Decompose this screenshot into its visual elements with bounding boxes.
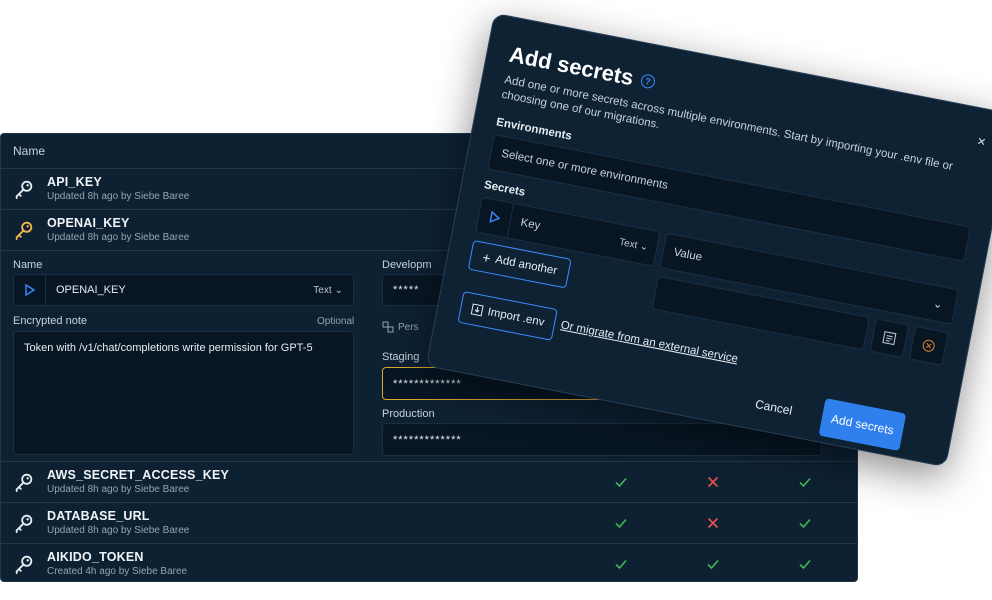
note-textarea[interactable]: Token with /v1/chat/completions write pe… bbox=[13, 331, 354, 455]
production-label: Production bbox=[382, 408, 435, 420]
chevron-down-icon: ⌄ bbox=[638, 240, 650, 253]
check-icon bbox=[667, 544, 759, 581]
value-placeholder: Value bbox=[672, 246, 703, 264]
remove-icon bbox=[922, 339, 935, 352]
check-icon bbox=[575, 544, 667, 581]
table-row[interactable]: AWS_SECRET_ACCESS_KEY Updated 8h ago by S… bbox=[1, 462, 857, 503]
secret-name: API_KEY bbox=[47, 175, 102, 189]
close-icon[interactable]: × bbox=[976, 132, 987, 149]
key-icon bbox=[1, 471, 47, 493]
add-secrets-button[interactable]: Add secrets bbox=[818, 398, 907, 452]
type-value: Text bbox=[313, 284, 332, 296]
import-env-button[interactable]: Import .env bbox=[457, 291, 558, 341]
remove-button[interactable] bbox=[908, 325, 949, 366]
table-row[interactable]: DATABASE_URL Updated 8h ago by Siebe Bare… bbox=[1, 503, 857, 544]
check-icon bbox=[575, 462, 667, 502]
table-row[interactable]: AIKIDO_TOKEN Created 4h ago by Siebe Bare… bbox=[1, 544, 857, 581]
name-value: OPENAI_KEY bbox=[56, 284, 126, 296]
key-type-value: Text bbox=[618, 236, 639, 251]
key-placeholder: Key bbox=[519, 216, 542, 233]
link-icon bbox=[382, 321, 394, 333]
staging-label: Staging bbox=[382, 351, 420, 363]
help-icon[interactable]: ? bbox=[639, 73, 657, 90]
note-label: Encrypted note bbox=[13, 315, 87, 327]
name-label: Name bbox=[13, 259, 43, 271]
import-env-label: Import .env bbox=[486, 306, 546, 329]
development-value: ***** bbox=[393, 284, 420, 296]
secret-name: DATABASE_URL bbox=[47, 509, 150, 523]
note-icon bbox=[882, 331, 897, 346]
cancel-button[interactable]: Cancel bbox=[754, 397, 793, 418]
note-button[interactable] bbox=[869, 318, 910, 359]
name-field[interactable]: OPENAI_KEY Text ⌄ bbox=[13, 274, 354, 306]
persist-option[interactable]: Pers bbox=[382, 321, 419, 333]
secret-name: AIKIDO_TOKEN bbox=[47, 550, 144, 564]
secret-meta: Updated 8h ago by Siebe Baree bbox=[47, 191, 190, 202]
check-icon bbox=[575, 503, 667, 543]
staging-value: ************* bbox=[393, 377, 462, 390]
cross-icon bbox=[667, 462, 759, 502]
secret-meta: Created 4h ago by Siebe Baree bbox=[47, 566, 188, 577]
chevron-down-icon: ⌄ bbox=[931, 297, 944, 312]
check-icon bbox=[759, 462, 851, 502]
cross-icon bbox=[667, 503, 759, 543]
key-icon bbox=[1, 219, 47, 241]
persist-label: Pers bbox=[398, 321, 419, 333]
key-icon bbox=[1, 553, 47, 575]
production-value: ************* bbox=[393, 433, 462, 446]
environments-placeholder: Select one or more environments bbox=[500, 147, 669, 192]
type-select[interactable]: Text ⌄ bbox=[313, 285, 353, 296]
secrets-label: Secrets bbox=[483, 179, 527, 199]
check-icon bbox=[759, 503, 851, 543]
key-icon bbox=[1, 512, 47, 534]
migrate-link[interactable]: Or migrate from an external service bbox=[560, 319, 739, 365]
note-optional: Optional bbox=[317, 316, 355, 327]
add-another-label: Add another bbox=[494, 253, 559, 278]
chevron-down-icon: ⌄ bbox=[334, 284, 343, 296]
secret-name: OPENAI_KEY bbox=[47, 216, 130, 230]
plus-icon: + bbox=[480, 249, 493, 267]
key-icon bbox=[1, 178, 47, 200]
development-label: Developm bbox=[382, 259, 432, 271]
secret-meta: Updated 8h ago by Siebe Baree bbox=[47, 232, 190, 243]
secret-meta: Updated 8h ago by Siebe Baree bbox=[47, 525, 190, 536]
key-type-select[interactable]: Text ⌄ bbox=[618, 236, 657, 254]
play-icon bbox=[14, 275, 46, 305]
secret-name: AWS_SECRET_ACCESS_KEY bbox=[47, 468, 230, 482]
secret-meta: Updated 8h ago by Siebe Baree bbox=[47, 484, 190, 495]
play-icon bbox=[476, 197, 515, 238]
import-icon bbox=[470, 303, 484, 317]
check-icon bbox=[759, 544, 851, 581]
